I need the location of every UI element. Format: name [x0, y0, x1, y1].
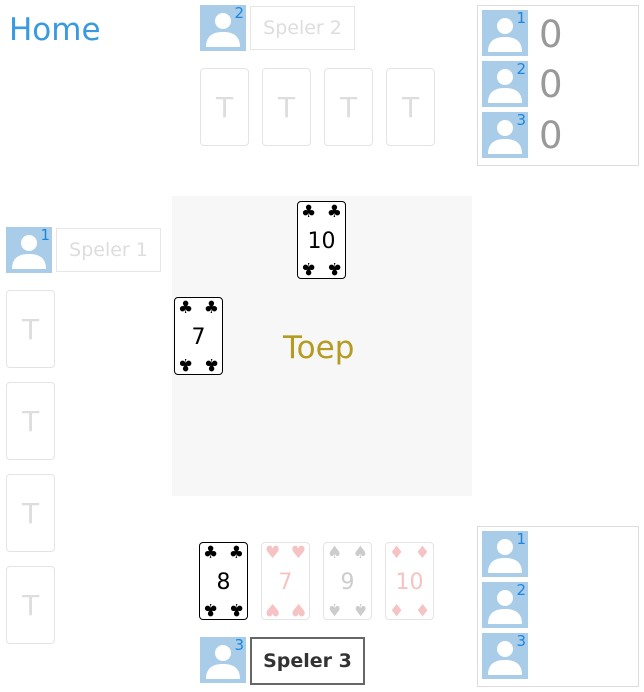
avatar-number: 3: [234, 637, 244, 654]
club-icon: ♣: [203, 599, 219, 619]
avatar-player-1: 1: [6, 227, 52, 273]
card-back: T: [6, 382, 55, 460]
club-icon: ♣: [228, 543, 244, 563]
card-rank: 10: [307, 229, 336, 254]
scoreboard-avatar-2: 2: [482, 61, 528, 107]
scoreboard-avatar-3: 3: [482, 112, 528, 158]
card-rank: 9: [340, 570, 355, 595]
diamond-icon: ♦: [389, 543, 405, 563]
score-value: 0: [539, 63, 563, 106]
club-icon: ♣: [326, 202, 342, 222]
club-icon: ♣: [178, 298, 194, 318]
card-back: T: [262, 68, 311, 146]
card-rank: 7: [278, 570, 293, 595]
game-title: Toep: [283, 330, 355, 366]
hand-card[interactable]: ♥ ♥ 7 ♥ ♥: [261, 542, 310, 620]
spade-icon: ♠: [352, 543, 368, 563]
card-back: T: [200, 68, 249, 146]
scoreboard-avatar-1: 1: [482, 10, 528, 56]
avatar-number: 3: [516, 633, 526, 650]
club-icon: ♣: [301, 202, 317, 222]
panel-avatar-2: 2: [482, 582, 528, 628]
card-rank: 7: [191, 325, 206, 350]
diamond-icon: ♦: [414, 599, 430, 619]
heart-icon: ♥: [290, 543, 306, 563]
score-value: 0: [539, 13, 563, 56]
spade-icon: ♠: [327, 543, 343, 563]
avatar-player-2: 2: [200, 5, 246, 51]
spade-icon: ♠: [327, 599, 343, 619]
hand-card[interactable]: ♣ ♣ 8 ♣ ♣: [199, 542, 248, 620]
diamond-icon: ♦: [414, 543, 430, 563]
heart-icon: ♥: [265, 599, 281, 619]
panel-avatar-3: 3: [482, 633, 528, 679]
played-card-player-2: ♣ ♣ 10 ♣ ♣: [297, 201, 346, 279]
card-back: T: [6, 290, 55, 368]
player-name-2: Speler 2: [250, 6, 355, 50]
avatar-number: 3: [516, 112, 526, 129]
played-card-player-1: ♣ ♣ 7 ♣ ♣: [174, 297, 223, 375]
card-back: T: [6, 566, 55, 644]
avatar-number: 2: [234, 5, 244, 22]
heart-icon: ♥: [265, 543, 281, 563]
diamond-icon: ♦: [389, 599, 405, 619]
card-back: T: [6, 474, 55, 552]
avatar-number: 1: [516, 10, 526, 27]
avatar-number: 2: [516, 61, 526, 78]
heart-icon: ♥: [290, 599, 306, 619]
club-icon: ♣: [203, 354, 219, 374]
club-icon: ♣: [203, 543, 219, 563]
avatar-number: 1: [516, 531, 526, 548]
card-back: T: [386, 68, 435, 146]
club-icon: ♣: [203, 298, 219, 318]
card-rank: 10: [395, 570, 424, 595]
avatar-number: 2: [516, 582, 526, 599]
club-icon: ♣: [178, 354, 194, 374]
player-name-3: Speler 3: [250, 637, 365, 685]
hand-card[interactable]: ♦ ♦ 10 ♦ ♦: [385, 542, 434, 620]
club-icon: ♣: [301, 258, 317, 278]
avatar-player-3: 3: [200, 637, 246, 683]
club-icon: ♣: [326, 258, 342, 278]
club-icon: ♣: [228, 599, 244, 619]
home-link[interactable]: Home: [9, 12, 101, 48]
hand-card[interactable]: ♠ ♠ 9 ♠ ♠: [323, 542, 372, 620]
player-name-1: Speler 1: [56, 228, 161, 272]
avatar-number: 1: [40, 227, 50, 244]
score-value: 0: [539, 114, 563, 157]
spade-icon: ♠: [352, 599, 368, 619]
card-back: T: [324, 68, 373, 146]
panel-avatar-1: 1: [482, 531, 528, 577]
card-rank: 8: [216, 570, 231, 595]
